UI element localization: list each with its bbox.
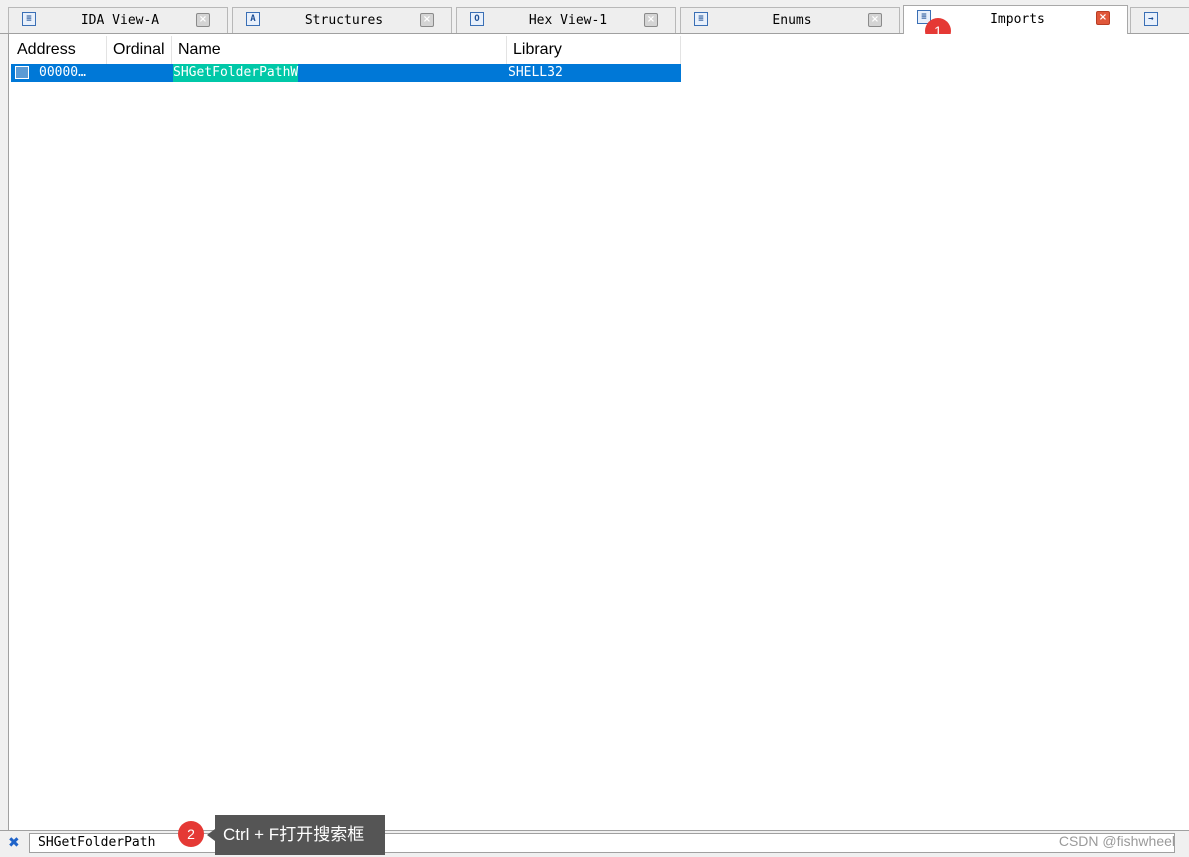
column-header-library[interactable]: Library [507,36,681,64]
library-cell: SHELL32 [508,65,563,80]
column-header-name[interactable]: Name [172,36,507,64]
tab-label: IDA View-A [80,13,160,28]
tab-label: Hex View-1 [528,13,608,28]
tab-enums[interactable]: ≡ Enums × [680,7,900,33]
annotation-badge: 2 [178,821,204,847]
tab-exports[interactable]: → [1130,7,1189,33]
annotation-tooltip: Ctrl + F打开搜索框 [215,815,385,855]
close-search-icon[interactable]: ✖ [8,836,20,850]
tab-label: Imports [990,12,1045,27]
tab-label: Enums [772,13,812,28]
exports-icon: → [1144,12,1158,26]
hex-view-icon: O [470,12,484,26]
imports-panel: Address Ordinal Name Library 00000… SHGe… [8,34,1189,830]
structures-icon: A [246,12,260,26]
ida-view-icon: ≡ [22,12,36,26]
tooltip-arrow [207,829,215,841]
address-cell: 00000… [39,65,86,80]
tab-hex-view-1[interactable]: O Hex View-1 × [456,7,676,33]
name-cell: SHGetFolderPathW [173,64,299,82]
watermark: CSDN @fishwheel [1058,833,1175,849]
close-icon[interactable]: × [196,13,210,27]
enums-icon: ≡ [694,12,708,26]
table-row[interactable]: 00000… SHGetFolderPathW SHELL32 [11,64,681,82]
tab-structures[interactable]: A Structures × [232,7,452,33]
close-icon[interactable]: × [1096,11,1110,25]
tab-bar: ≡ IDA View-A × A Structures × O Hex View… [0,0,1189,34]
import-function-icon [15,66,29,79]
column-header-ordinal[interactable]: Ordinal [107,36,172,64]
close-icon[interactable]: × [644,13,658,27]
close-icon[interactable]: × [420,13,434,27]
tab-label: Structures [304,13,384,28]
close-icon[interactable]: × [868,13,882,27]
tab-ida-view-a[interactable]: ≡ IDA View-A × [8,7,228,33]
column-header-address[interactable]: Address [11,36,107,64]
